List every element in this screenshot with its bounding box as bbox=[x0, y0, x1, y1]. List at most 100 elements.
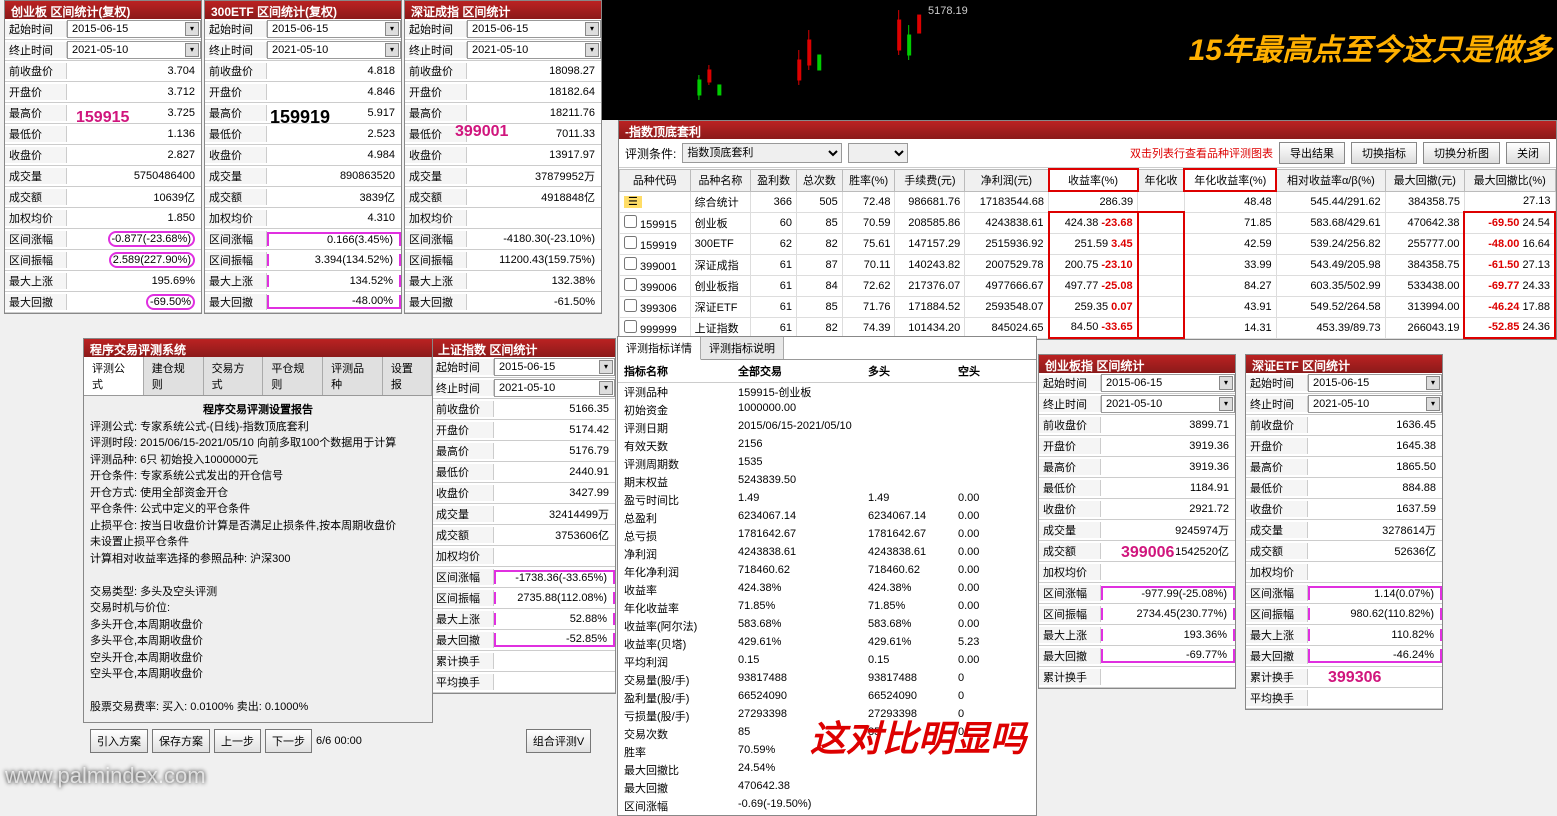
cond-select-2[interactable] bbox=[848, 143, 908, 163]
stat-row: 最大上涨134.52% bbox=[205, 271, 401, 292]
dropdown-icon[interactable]: ▾ bbox=[1219, 376, 1233, 390]
dropdown-icon[interactable]: ▾ bbox=[385, 22, 399, 36]
stat-value: 18182.64 bbox=[467, 86, 601, 98]
close-button[interactable]: 关闭 bbox=[1506, 142, 1550, 164]
col-header[interactable]: 总次数 bbox=[797, 169, 843, 191]
table-row[interactable]: 159919300ETF628275.61147157.292515936.92… bbox=[620, 233, 1556, 254]
date-input[interactable] bbox=[1308, 374, 1442, 392]
stat-value: 5174.42 bbox=[494, 424, 615, 436]
col-header[interactable]: 收益率(%) bbox=[1049, 169, 1138, 191]
col-header[interactable]: 年化收益率(%) bbox=[1184, 169, 1276, 191]
col-header[interactable]: 净利润(元) bbox=[965, 169, 1049, 191]
stat-label: 收盘价 bbox=[1039, 501, 1101, 517]
row-check[interactable] bbox=[624, 215, 637, 228]
table-row[interactable]: 159915创业板608570.59208585.864243838.61424… bbox=[620, 212, 1556, 233]
stat-value: 1637.59 bbox=[1308, 503, 1442, 515]
combo-eval-btn[interactable]: 组合评测V bbox=[526, 729, 591, 753]
row-check[interactable] bbox=[624, 236, 637, 249]
date-input[interactable] bbox=[267, 41, 401, 59]
dropdown-icon[interactable]: ▾ bbox=[385, 43, 399, 57]
stat-label: 最大上涨 bbox=[205, 273, 267, 289]
col-header[interactable]: 品种代码 bbox=[620, 169, 691, 191]
date-input[interactable] bbox=[267, 20, 401, 38]
system-tabs: 评测公式建仓规则交易方式平仓规则评测品种设置报 bbox=[84, 357, 432, 396]
sys-tab[interactable]: 平仓规则 bbox=[263, 357, 323, 395]
col-header[interactable]: 最大回撤比(%) bbox=[1464, 169, 1555, 191]
detail-row: 有效天数2156 bbox=[618, 437, 1036, 455]
date-input[interactable] bbox=[1101, 395, 1235, 413]
col-header[interactable]: 胜率(%) bbox=[842, 169, 895, 191]
col-header[interactable]: 盈利数 bbox=[751, 169, 797, 191]
stat-label: 加权均价 bbox=[205, 210, 267, 226]
dropdown-icon[interactable]: ▾ bbox=[585, 22, 599, 36]
sys-tab[interactable]: 设置报 bbox=[383, 357, 432, 395]
stat-value: 193.36% bbox=[1101, 629, 1235, 641]
stat-row: 最高价18211.76 bbox=[405, 103, 601, 124]
switch-chart-button[interactable]: 切换分析图 bbox=[1423, 142, 1500, 164]
table-row[interactable]: ☰综合统计36650572.48986681.7617183544.68286.… bbox=[620, 191, 1556, 212]
panel-title: 深证ETF 区间统计 bbox=[1246, 355, 1442, 373]
stat-value: 4.818 bbox=[267, 65, 401, 77]
table-row[interactable]: 999999上证指数618274.39101434.20845024.6584.… bbox=[620, 317, 1556, 338]
dropdown-icon[interactable]: ▾ bbox=[585, 43, 599, 57]
date-input[interactable] bbox=[467, 41, 601, 59]
table-row[interactable]: 399006创业板指618472.62217376.074977666.6749… bbox=[620, 275, 1556, 296]
sys-line: 空头平仓,本周期收盘价 bbox=[90, 666, 426, 683]
stat-label: 最低价 bbox=[1039, 480, 1101, 496]
dropdown-icon[interactable]: ▾ bbox=[185, 43, 199, 57]
sys-line: 交易时机与价位: bbox=[90, 600, 426, 617]
date-input[interactable] bbox=[67, 41, 201, 59]
sys-tab[interactable]: 评测品种 bbox=[323, 357, 383, 395]
stat-row: 最高价1865.50 bbox=[1246, 457, 1442, 478]
switch-ind-button[interactable]: 切换指标 bbox=[1351, 142, 1417, 164]
stat-label: 最大回撤 bbox=[1246, 648, 1308, 664]
import-btn[interactable]: 引入方案 bbox=[90, 729, 148, 753]
save-btn[interactable]: 保存方案 bbox=[152, 729, 210, 753]
stat-label: 开盘价 bbox=[432, 422, 494, 438]
col-header[interactable]: 最大回撤(元) bbox=[1385, 169, 1464, 191]
dropdown-icon[interactable]: ▾ bbox=[185, 22, 199, 36]
col-header[interactable]: 年化收 bbox=[1138, 169, 1185, 191]
date-input[interactable] bbox=[1308, 395, 1442, 413]
sys-line: 评测公式: 专家系统公式-(日线)-指数顶底套利 bbox=[90, 419, 426, 436]
row-check[interactable] bbox=[624, 278, 637, 291]
tab-explain[interactable]: 评测指标说明 bbox=[701, 337, 784, 359]
stat-row: 成交额52636亿 bbox=[1246, 541, 1442, 562]
eval-data-table[interactable]: 品种代码品种名称盈利数总次数胜率(%)手续费(元)净利润(元)收益率(%)年化收… bbox=[619, 168, 1556, 339]
detail-row: 收益率424.38%424.38%0.00 bbox=[618, 581, 1036, 599]
row-check[interactable] bbox=[624, 299, 637, 312]
sys-tab[interactable]: 评测公式 bbox=[84, 357, 144, 395]
detail-row: 平均利润0.150.150.00 bbox=[618, 653, 1036, 671]
row-check[interactable] bbox=[624, 257, 637, 270]
date-input[interactable] bbox=[67, 20, 201, 38]
dropdown-icon[interactable]: ▾ bbox=[599, 381, 613, 395]
cond-select[interactable]: 指数顶底套利 bbox=[682, 143, 842, 163]
detail-row: 区间涨幅-0.69(-19.50%) bbox=[618, 797, 1036, 815]
table-row[interactable]: 399306深证ETF618571.76171884.522593548.072… bbox=[620, 296, 1556, 317]
tab-detail[interactable]: 评测指标详情 bbox=[618, 337, 701, 360]
col-header[interactable]: 手续费(元) bbox=[895, 169, 965, 191]
dropdown-icon[interactable]: ▾ bbox=[1426, 376, 1440, 390]
dropdown-icon[interactable]: ▾ bbox=[1426, 397, 1440, 411]
export-button[interactable]: 导出结果 bbox=[1279, 142, 1345, 164]
row-check[interactable] bbox=[624, 320, 637, 333]
stat-row: 起始时间▾ bbox=[432, 357, 615, 378]
date-input[interactable] bbox=[1101, 374, 1235, 392]
date-input[interactable] bbox=[494, 358, 615, 376]
sys-tab[interactable]: 交易方式 bbox=[204, 357, 264, 395]
col-header[interactable]: 相对收益率α/β(%) bbox=[1276, 169, 1385, 191]
sys-tab[interactable]: 建仓规则 bbox=[144, 357, 204, 395]
dropdown-icon[interactable]: ▾ bbox=[599, 360, 613, 374]
date-input[interactable] bbox=[467, 20, 601, 38]
stat-value: 3.712 bbox=[67, 86, 201, 98]
table-row[interactable]: 399001深证成指618770.11140243.822007529.7820… bbox=[620, 254, 1556, 275]
stat-row: 收盘价1637.59 bbox=[1246, 499, 1442, 520]
stat-value: 1636.45 bbox=[1308, 419, 1442, 431]
date-input[interactable] bbox=[494, 379, 615, 397]
stat-label: 加权均价 bbox=[432, 548, 494, 564]
dropdown-icon[interactable]: ▾ bbox=[1219, 397, 1233, 411]
next-btn[interactable]: 下一步 bbox=[265, 729, 312, 753]
stat-row: 累计换手 bbox=[432, 651, 615, 672]
prev-btn[interactable]: 上一步 bbox=[214, 729, 261, 753]
col-header[interactable]: 品种名称 bbox=[690, 169, 751, 191]
